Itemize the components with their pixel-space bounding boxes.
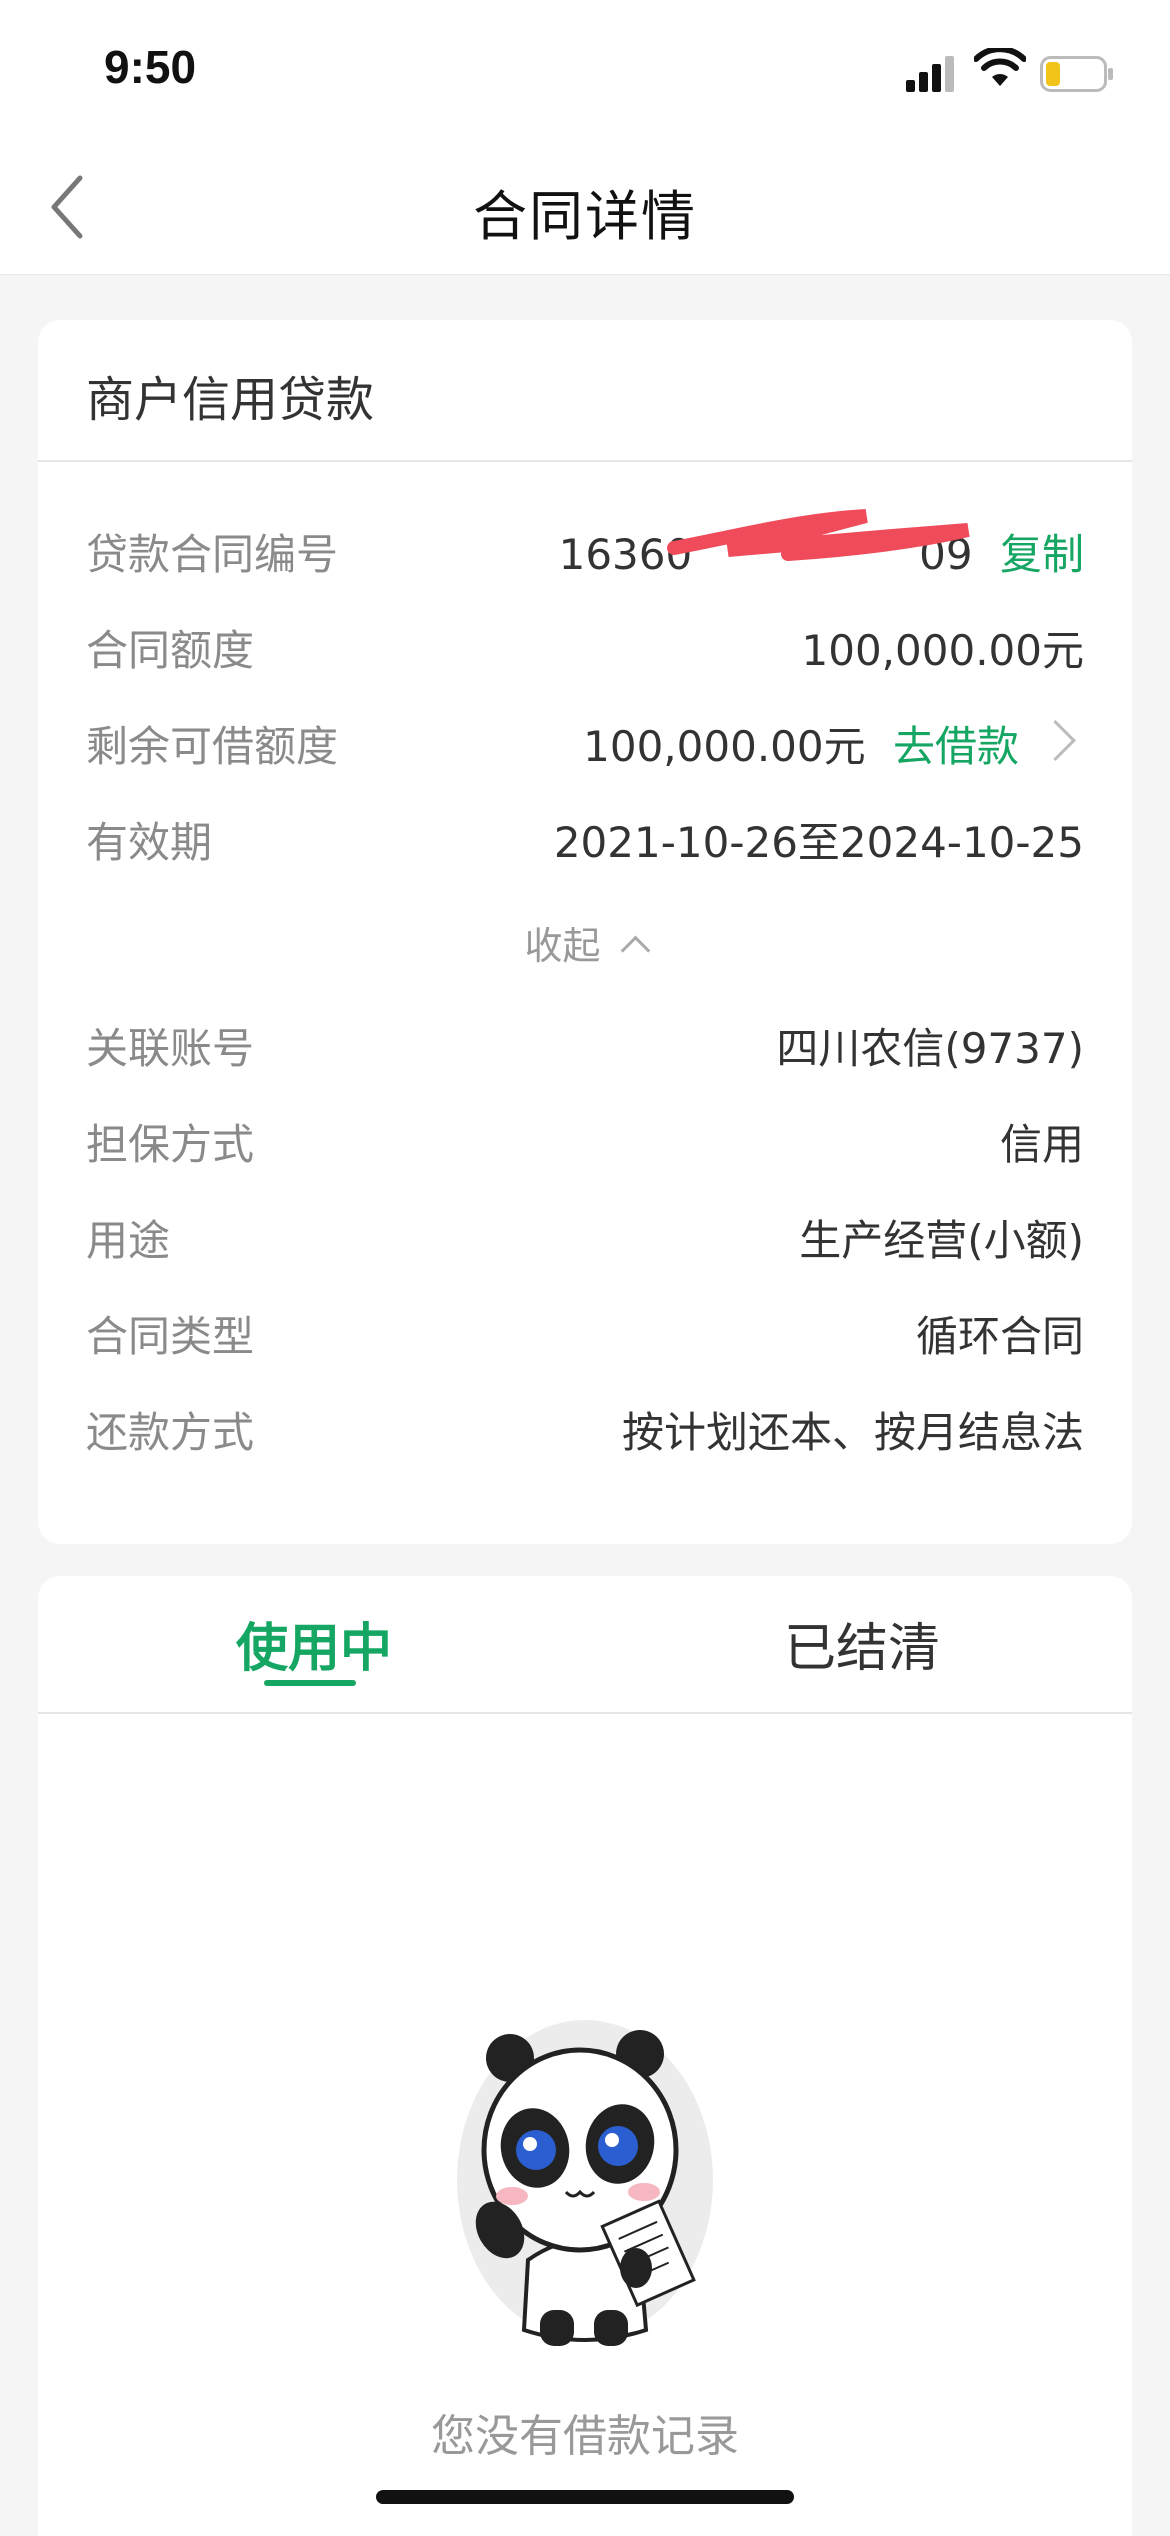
available-limit-value: 100,000.00元 (583, 722, 866, 771)
contract-limit-row: 合同额度 100,000.00元 (86, 616, 1084, 686)
wifi-icon (974, 48, 1026, 86)
purpose-value: 生产经营(小额) (799, 1216, 1084, 1265)
tab-in-use[interactable]: 使用中 (236, 1606, 392, 1681)
status-bar: 9:50 (0, 0, 1170, 140)
row-label: 还款方式 (86, 1408, 255, 1457)
contract-type-value: 循环合同 (915, 1312, 1084, 1361)
go-borrow-link[interactable]: 去借款 (893, 722, 1019, 771)
repayment-row: 还款方式 按计划还本、按月结息法 (86, 1398, 1084, 1468)
contract-card: 商户信用贷款 贷款合同编号 16360 09 复制 合同额度 100,000.0… (38, 320, 1132, 1544)
guarantee-row: 担保方式 信用 (86, 1110, 1084, 1180)
row-label: 合同类型 (86, 1312, 255, 1361)
validity-row: 有效期 2021-10-26至2024-10-25 (86, 808, 1084, 878)
nav-bar: 合同详情 (0, 140, 1170, 275)
linked-account-row: 关联账号 四川农信(9737) (86, 1014, 1084, 1084)
validity-value: 2021-10-26至2024-10-25 (553, 818, 1084, 867)
product-title: 商户信用贷款 (86, 372, 375, 428)
row-label: 剩余可借额度 (86, 722, 339, 771)
available-limit-row: 剩余可借额度 100,000.00元 去借款 (86, 712, 1084, 782)
card-header: 商户信用贷款 (38, 320, 1132, 462)
signal-icon (906, 56, 954, 92)
contract-limit-value: 100,000.00元 (801, 626, 1084, 675)
linked-account-value: 四川农信(9737) (776, 1024, 1084, 1073)
chevron-up-icon[interactable] (620, 935, 650, 966)
collapse-label[interactable]: 收起 (524, 924, 600, 968)
tab-settled[interactable]: 已结清 (784, 1606, 940, 1681)
purpose-row: 用途 生产经营(小额) (86, 1206, 1084, 1276)
page-title: 合同详情 (473, 185, 697, 248)
chevron-right-icon[interactable] (1034, 719, 1077, 762)
battery-icon (1040, 56, 1113, 92)
row-label: 合同额度 (86, 626, 255, 675)
row-label: 关联账号 (86, 1024, 255, 1073)
row-label: 担保方式 (86, 1120, 255, 1169)
copy-button[interactable]: 复制 (1000, 530, 1084, 579)
empty-state-text: 您没有借款记录 (431, 2411, 739, 2462)
redaction-mark (667, 509, 970, 561)
active-tab-indicator (264, 1680, 356, 1686)
collapse-toggle[interactable]: 收起 (38, 915, 1132, 970)
guarantee-value: 信用 (999, 1120, 1084, 1169)
contract-type-row: 合同类型 循环合同 (86, 1302, 1084, 1372)
panda-empty-illustration (457, 2020, 713, 2346)
row-label: 用途 (86, 1216, 171, 1265)
tab-bar: 使用中 已结清 (38, 1576, 1132, 1714)
row-label: 有效期 (86, 818, 213, 867)
home-indicator[interactable] (376, 2490, 794, 2504)
repayment-value: 按计划还本、按月结息法 (621, 1408, 1084, 1457)
row-label: 贷款合同编号 (86, 530, 339, 579)
status-time: 9:50 (104, 41, 197, 93)
